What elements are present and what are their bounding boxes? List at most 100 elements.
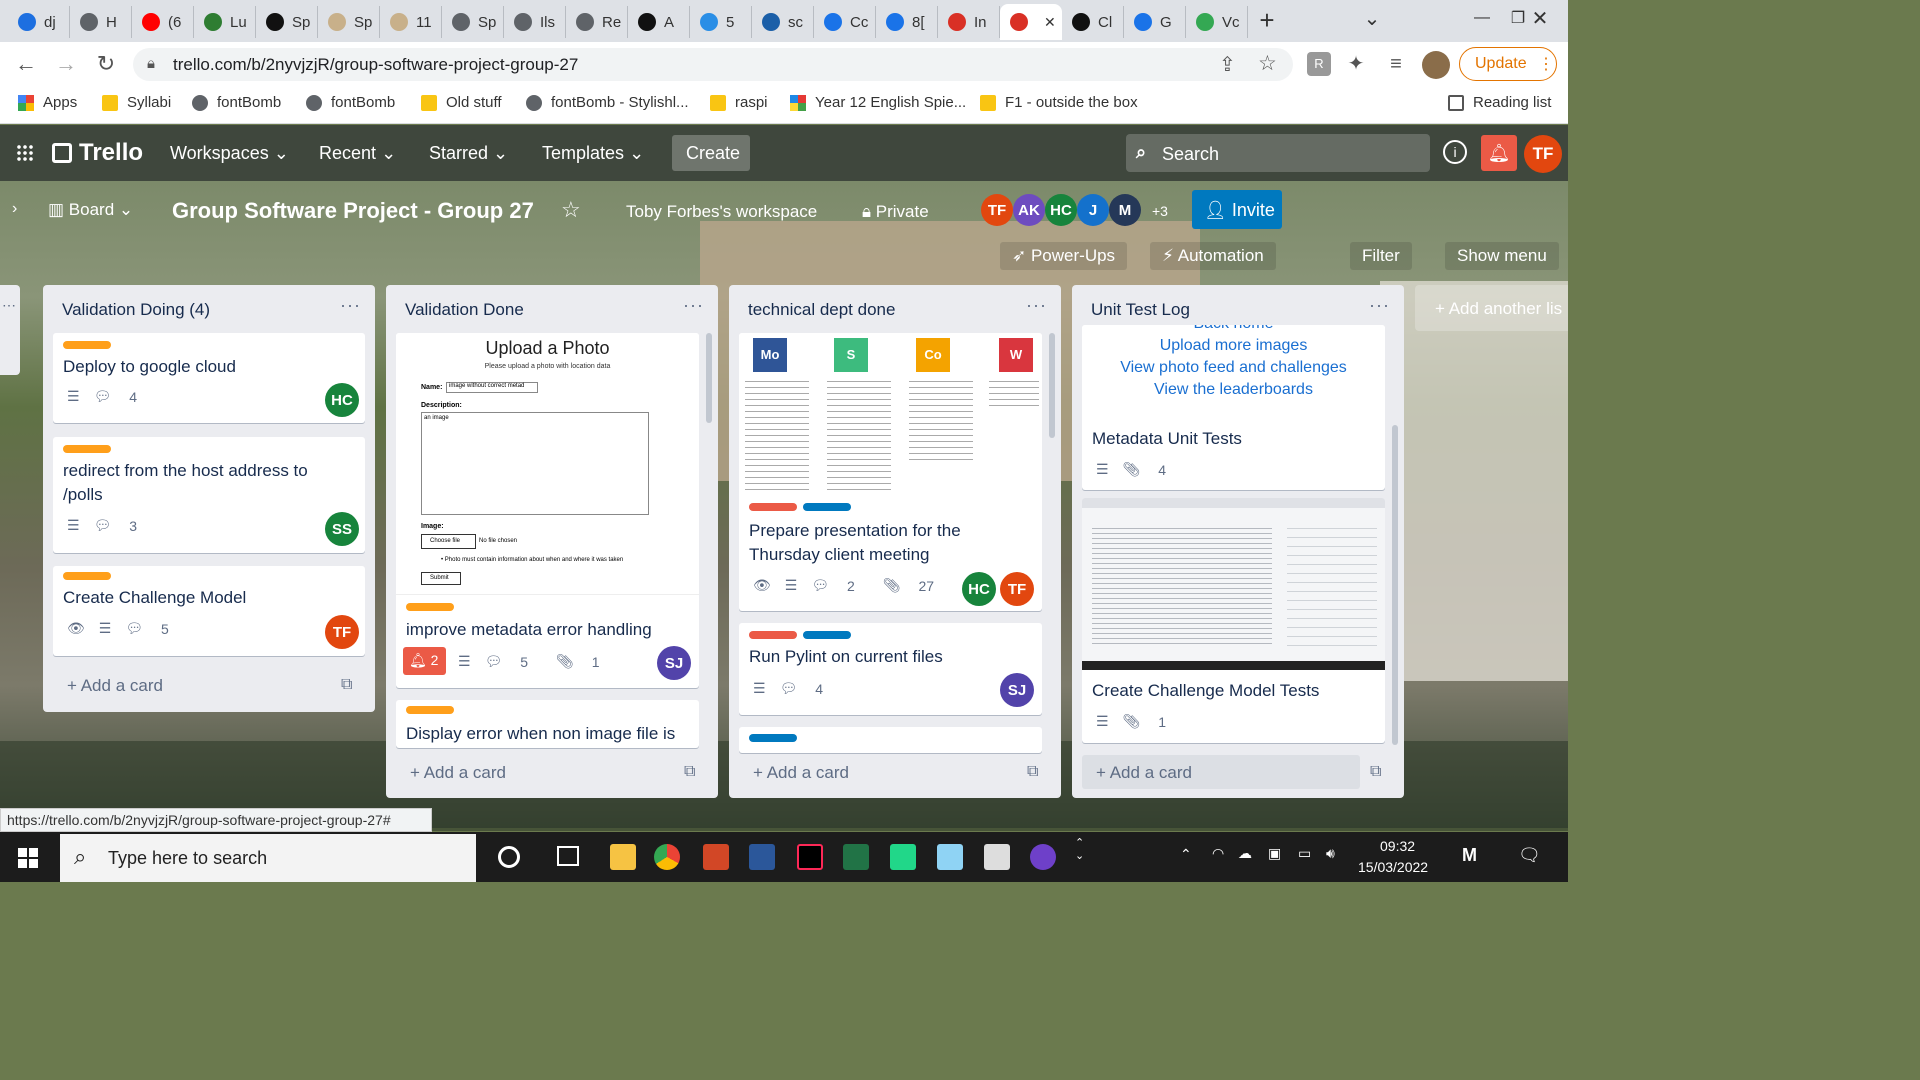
star-icon[interactable]: ☆ [561, 197, 581, 223]
info-icon[interactable]: i [1443, 140, 1467, 164]
vpn-icon[interactable]: ▣ [1268, 845, 1281, 862]
red-label[interactable] [749, 503, 797, 511]
orange-label[interactable] [63, 341, 111, 349]
new-tab-button[interactable]: + [1252, 6, 1282, 36]
trello-logo[interactable]: Trello [52, 139, 143, 167]
profile-avatar[interactable] [1422, 51, 1450, 79]
notification-center-icon[interactable]: 🗨︎ [1518, 845, 1541, 866]
browser-tab[interactable]: A [628, 6, 690, 38]
share-icon[interactable]: ⇪ [1219, 52, 1236, 77]
red-label[interactable] [749, 631, 797, 639]
collapsed-list-edge[interactable]: ⋯ [0, 285, 20, 375]
user-avatar[interactable]: TF [1524, 135, 1562, 173]
browser-tab[interactable]: sc [752, 6, 814, 38]
board-view-switcher[interactable]: ▥ Board ⌄ [48, 200, 133, 220]
taskbar-scroll-icon[interactable]: ⌃ ⌄ [1075, 836, 1084, 862]
bookmark-syllabi[interactable]: Syllabi [102, 94, 171, 111]
card-improve-metadata[interactable]: Upload a Photo Please upload a photo wit… [396, 333, 699, 688]
board-title[interactable]: Group Software Project - Group 27 [172, 198, 534, 224]
browser-tab[interactable]: G [1124, 6, 1186, 38]
list-scrollbar[interactable] [706, 333, 712, 423]
member-avatar[interactable]: J [1077, 194, 1109, 226]
browser-tab[interactable]: Vc [1186, 6, 1248, 38]
clock-time[interactable]: 09:32 [1380, 838, 1415, 854]
intellij-icon[interactable] [797, 844, 823, 870]
back-icon[interactable]: ← [12, 50, 40, 78]
bookmark-fontbomb-2[interactable]: fontBomb [306, 94, 395, 111]
tab-search-icon[interactable]: ⌄ [1352, 6, 1392, 31]
address-url[interactable]: trello.com/b/2nyvjzjR/group-software-pro… [173, 55, 578, 75]
card-redirect-polls[interactable]: redirect from the host address to /polls… [53, 437, 365, 553]
nav-starred[interactable]: Starred ⌄ [429, 143, 508, 164]
card-display-error[interactable]: Display error when non image file is [396, 700, 699, 748]
list-menu-icon[interactable]: ··· [1026, 295, 1047, 316]
chrome-icon[interactable] [654, 844, 680, 870]
add-card-button[interactable]: + Add a card [67, 676, 163, 696]
add-card-button[interactable]: + Add a card [753, 763, 849, 783]
list-scrollbar[interactable] [1392, 425, 1398, 745]
list-title[interactable]: Validation Done [405, 300, 524, 320]
browser-tab[interactable]: Cc [814, 6, 876, 38]
orange-label[interactable] [63, 445, 111, 453]
sidebar-expand-icon[interactable]: › [12, 200, 17, 218]
pycharm-icon[interactable] [890, 844, 916, 870]
list-title[interactable]: Unit Test Log [1091, 300, 1190, 320]
battery-icon[interactable]: ▭ [1298, 845, 1311, 862]
excel-icon[interactable] [843, 844, 869, 870]
file-explorer-icon[interactable] [610, 844, 636, 870]
close-window-button[interactable]: ✕ [1520, 6, 1560, 31]
member-avatar[interactable]: TF [981, 194, 1013, 226]
workspace-name[interactable]: Toby Forbes's workspace [626, 202, 817, 222]
card-deploy-google-cloud[interactable]: Deploy to google cloud ☰ 💬︎ 4 HC [53, 333, 365, 423]
card-metadata-unit-tests[interactable]: Back home Upload more images View photo … [1082, 325, 1385, 490]
card-member-avatar[interactable]: HC [325, 383, 359, 417]
bookmark-fontbomb-stylish[interactable]: fontBomb - Stylishl... [526, 94, 689, 111]
browser-tab[interactable]: Sp [442, 6, 504, 38]
list-scrollbar[interactable] [1049, 333, 1055, 438]
list-title[interactable]: technical dept done [748, 300, 895, 320]
card-prepare-presentation[interactable]: Mo S Co W Prepare presentation for the T… [739, 333, 1042, 611]
cortana-icon[interactable] [498, 846, 520, 868]
card-member-avatar[interactable]: TF [1000, 572, 1034, 606]
add-list-button[interactable]: + Add another lis [1415, 285, 1568, 331]
bookmark-apps[interactable]: Apps [18, 94, 77, 111]
powerpoint-icon[interactable] [703, 844, 729, 870]
card-create-challenge-model[interactable]: Create Challenge Model 👁︎ ☰ 💬︎ 5 TF [53, 566, 365, 656]
windows-start-icon[interactable] [18, 848, 38, 868]
blue-label[interactable] [749, 734, 797, 742]
card-member-avatar[interactable]: SS [325, 512, 359, 546]
browser-tab[interactable]: Sp [318, 6, 380, 38]
forward-icon[interactable]: → [52, 50, 80, 78]
wifi-icon[interactable]: ◠ [1212, 845, 1224, 862]
list-menu-icon[interactable]: ··· [683, 295, 704, 316]
member-avatar[interactable]: HC [1045, 194, 1077, 226]
bookmark-raspi[interactable]: raspi [710, 94, 768, 111]
browser-tab[interactable]: Lu [194, 6, 256, 38]
member-avatar[interactable]: M [1109, 194, 1141, 226]
browser-tab[interactable]: ✕ [1000, 4, 1062, 40]
nav-workspaces[interactable]: Workspaces ⌄ [170, 143, 289, 164]
card-create-challenge-model-tests[interactable]: Create Challenge Model Tests ☰ 📎︎ 1 [1082, 498, 1385, 743]
card-run-pylint[interactable]: Run Pylint on current files ☰ 💬︎ 4 SJ [739, 623, 1042, 715]
filter-button[interactable]: Filter [1350, 242, 1412, 270]
list-menu-icon[interactable]: ··· [340, 295, 361, 316]
address-bar[interactable]: 🔒︎ trello.com/b/2nyvjzjR/group-software-… [133, 48, 1293, 81]
powerups-button[interactable]: ➶ Power-Ups [1000, 242, 1128, 270]
card-partial[interactable] [739, 727, 1042, 753]
browser-tab[interactable]: Cl [1062, 6, 1124, 38]
github-desktop-icon[interactable] [1030, 844, 1056, 870]
puzzle-icon[interactable]: ✦ [1342, 50, 1370, 78]
browser-tab[interactable]: Re [566, 6, 628, 38]
template-card-icon[interactable]: ⧉ [684, 763, 695, 781]
task-view-icon[interactable] [557, 846, 579, 866]
orange-label[interactable] [63, 572, 111, 580]
blue-label[interactable] [803, 503, 851, 511]
update-button[interactable]: Update ⋮ [1459, 47, 1557, 81]
blue-label[interactable] [803, 631, 851, 639]
create-button[interactable]: Create [672, 135, 750, 171]
member-count-extra[interactable]: +3 [1152, 203, 1168, 219]
browser-tab[interactable]: 5 [690, 6, 752, 38]
invite-button[interactable]: 👤︎ Invite [1192, 190, 1282, 229]
add-card-button[interactable]: + Add a card [1082, 755, 1360, 789]
media-control-icon[interactable]: ≡ [1382, 50, 1410, 78]
